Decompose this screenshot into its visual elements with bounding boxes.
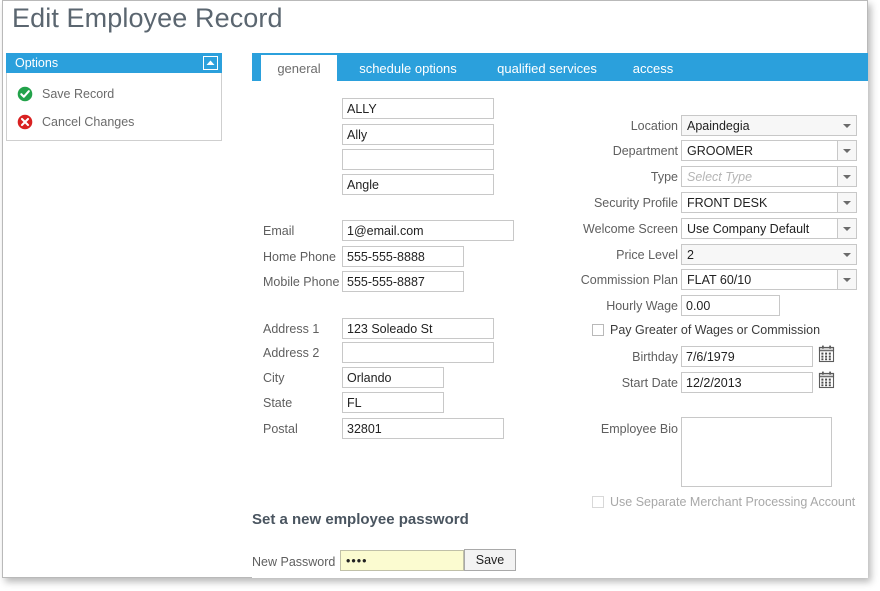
chevron-down-icon xyxy=(837,219,856,238)
location-value: Apaindegia xyxy=(687,118,750,133)
tab-access[interactable]: access xyxy=(622,56,684,81)
chevron-down-icon xyxy=(837,116,856,135)
home-phone-label: Home Phone xyxy=(263,250,336,264)
calendar-icon[interactable] xyxy=(818,345,835,363)
check-circle-icon xyxy=(17,86,33,102)
state-label: State xyxy=(263,396,293,410)
start-date-input[interactable] xyxy=(681,372,813,393)
welcome-screen-value: Use Company Default xyxy=(687,221,810,236)
address2-input[interactable] xyxy=(342,342,494,363)
birthday-input[interactable] xyxy=(681,346,813,367)
city-input[interactable] xyxy=(342,367,444,388)
options-panel-title: Options xyxy=(15,56,59,70)
employee-id-input[interactable] xyxy=(342,98,494,119)
merchant-account-checkbox-row[interactable]: Use Separate Merchant Processing Account xyxy=(592,495,855,509)
birthday-label: Birthday xyxy=(632,350,678,364)
security-profile-value: FRONT DESK xyxy=(687,195,768,210)
password-section-heading: Set a new employee password xyxy=(252,511,469,528)
merchant-account-label: Use Separate Merchant Processing Account xyxy=(610,495,856,509)
pay-greater-checkbox-row[interactable]: Pay Greater of Wages or Commission xyxy=(592,323,820,337)
chevron-down-icon xyxy=(837,270,856,289)
start-date-label: Start Date xyxy=(621,376,678,390)
cancel-changes-option[interactable]: Cancel Changes xyxy=(17,112,134,132)
x-circle-icon xyxy=(17,114,33,130)
commission-plan-label: Commission Plan xyxy=(580,273,678,287)
employee-bio-label: Employee Bio xyxy=(600,422,678,436)
merchant-account-checkbox[interactable] xyxy=(592,496,604,508)
address1-label: Address 1 xyxy=(263,322,320,336)
department-label: Department xyxy=(612,144,678,158)
location-label: Location xyxy=(630,119,678,133)
address1-input[interactable] xyxy=(342,318,494,339)
price-level-dropdown[interactable]: 2 xyxy=(681,244,857,265)
new-password-input[interactable] xyxy=(340,550,464,571)
postal-label: Postal xyxy=(263,422,298,436)
mobile-phone-input[interactable] xyxy=(342,271,464,292)
chevron-down-icon xyxy=(837,193,856,212)
pay-greater-label: Pay Greater of Wages or Commission xyxy=(610,323,821,337)
location-dropdown[interactable]: Apaindegia xyxy=(681,115,857,136)
chevron-down-icon xyxy=(837,167,856,186)
address2-label: Address 2 xyxy=(263,346,320,360)
welcome-screen-dropdown[interactable]: Use Company Default xyxy=(681,218,857,239)
security-profile-label: Security Profile xyxy=(593,196,678,210)
department-dropdown[interactable]: GROOMER xyxy=(681,140,857,161)
type-value: Select Type xyxy=(687,169,753,184)
cancel-changes-label: Cancel Changes xyxy=(42,115,135,129)
hourly-wage-label: Hourly Wage xyxy=(606,299,678,313)
chevron-up-icon[interactable] xyxy=(203,56,218,70)
save-record-option[interactable]: Save Record xyxy=(17,84,114,104)
tab-bar: general schedule options qualified servi… xyxy=(252,53,868,81)
middle-name-input[interactable] xyxy=(342,149,494,170)
calendar-icon[interactable] xyxy=(818,371,835,389)
city-label: City xyxy=(263,371,285,385)
options-panel-header: Options xyxy=(6,53,222,73)
email-label: Email xyxy=(263,224,295,238)
page-title: Edit Employee Record xyxy=(12,3,283,33)
home-phone-input[interactable] xyxy=(342,246,464,267)
state-input[interactable] xyxy=(342,392,444,413)
price-level-value: 2 xyxy=(687,247,694,262)
save-record-label: Save Record xyxy=(42,87,115,101)
price-level-label: Price Level xyxy=(616,248,678,262)
first-name-input[interactable] xyxy=(342,124,494,145)
welcome-screen-label: Welcome Screen xyxy=(583,222,678,236)
chevron-down-icon xyxy=(837,141,856,160)
edit-employee-record-window: Edit Employee Record Options Save Record… xyxy=(2,0,868,578)
email-input[interactable] xyxy=(342,220,514,241)
hourly-wage-input[interactable] xyxy=(681,295,780,316)
title-bar: Edit Employee Record xyxy=(3,1,867,46)
mobile-phone-label: Mobile Phone xyxy=(263,275,340,289)
postal-input[interactable] xyxy=(342,418,504,439)
employee-bio-textarea[interactable] xyxy=(681,417,832,487)
commission-plan-dropdown[interactable]: FLAT 60/10 xyxy=(681,269,857,290)
chevron-down-icon xyxy=(837,245,856,264)
pay-greater-checkbox[interactable] xyxy=(592,324,604,336)
general-tab-panel: Employee Id First Name Middle Name Last … xyxy=(252,81,868,578)
tab-general[interactable]: general xyxy=(261,55,337,81)
security-profile-dropdown[interactable]: FRONT DESK xyxy=(681,192,857,213)
type-label: Type xyxy=(650,170,678,184)
department-value: GROOMER xyxy=(687,143,753,158)
tab-schedule-options[interactable]: schedule options xyxy=(344,56,472,81)
commission-plan-value: FLAT 60/10 xyxy=(687,272,752,287)
last-name-input[interactable] xyxy=(342,174,494,195)
save-password-button[interactable]: Save xyxy=(464,549,516,571)
tab-qualified-services[interactable]: qualified services xyxy=(480,56,614,81)
new-password-label: New Password xyxy=(252,555,336,569)
type-dropdown[interactable]: Select Type xyxy=(681,166,857,187)
